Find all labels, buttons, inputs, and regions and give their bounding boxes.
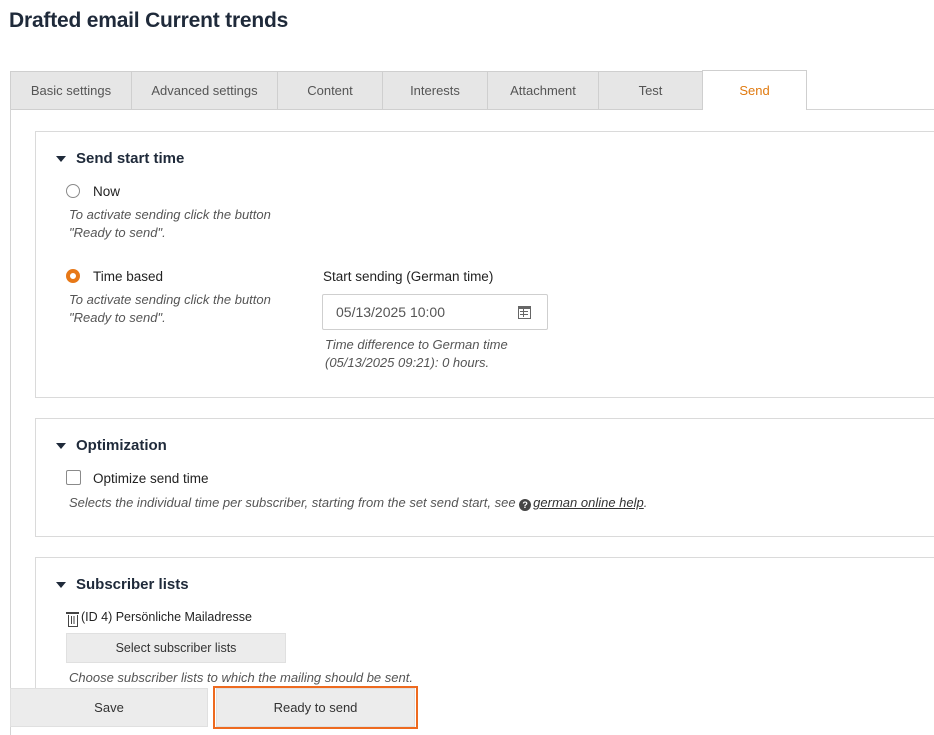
ready-to-send-highlight [213,686,418,729]
time-diff-line1: Time difference to German time [325,337,508,352]
optimization-hint-text: Selects the individual time per subscrib… [69,495,520,510]
start-sending-label: Start sending (German time) [323,269,494,284]
caret-down-icon [56,155,66,162]
help-icon: ? [519,499,532,511]
german-online-help-link[interactable]: german online help [533,495,644,510]
optimization-title: Optimization [76,437,167,454]
radio-now-label[interactable]: Now [93,184,120,199]
time-diff-line2: (05/13/2025 09:21): 0 hours. [325,355,490,370]
now-hint-line2: "Ready to send". [69,225,166,240]
calendar-icon[interactable] [518,306,531,319]
trash-icon[interactable] [66,612,79,627]
tab-bar: Basic settings Advanced settings Content… [10,70,807,110]
tab-advanced-settings[interactable]: Advanced settings [131,71,277,110]
subscriber-list-item: (ID 4) Persönliche Mailadresse [81,610,252,624]
start-sending-input[interactable]: 05/13/2025 10:00 [322,294,548,330]
subscriber-lists-hint: Choose subscriber lists to which the mai… [69,670,413,685]
optimization-hint-end: . [643,495,648,510]
radio-time-based-label[interactable]: Time based [93,269,163,284]
tab-interests[interactable]: Interests [382,71,487,110]
send-start-title: Send start time [76,150,185,167]
subscriber-lists-title: Subscriber lists [76,576,189,593]
radio-time-based[interactable] [66,269,80,283]
send-start-card: Send start time Now To activate sending … [35,131,934,398]
optimization-hint: Selects the individual time per subscrib… [69,494,647,512]
save-button[interactable]: Save [10,688,208,727]
now-hint-line1: To activate sending click the button [69,207,271,222]
caret-down-icon [56,581,66,588]
page-title: Drafted email Current trends [9,9,289,32]
send-start-header[interactable]: Send start time [56,150,184,167]
optimize-send-time-checkbox[interactable] [66,470,81,485]
time-based-hint-line2: "Ready to send". [69,310,166,325]
tab-attachment[interactable]: Attachment [487,71,598,110]
caret-down-icon [56,442,66,449]
optimize-send-time-label[interactable]: Optimize send time [93,471,209,486]
tab-test[interactable]: Test [598,71,702,110]
tab-basic-settings[interactable]: Basic settings [10,71,131,110]
radio-now[interactable] [66,184,80,198]
select-subscriber-lists-button[interactable]: Select subscriber lists [66,633,286,663]
tab-send[interactable]: Send [702,70,807,110]
optimization-card: Optimization Optimize send time Selects … [35,418,934,537]
tab-content[interactable]: Content [277,71,382,110]
optimization-header[interactable]: Optimization [56,437,167,454]
subscriber-lists-card: Subscriber lists (ID 4) Persönliche Mail… [35,557,934,697]
subscriber-lists-header[interactable]: Subscriber lists [56,576,189,593]
time-based-hint-line1: To activate sending click the button [69,292,271,307]
start-sending-value: 05/13/2025 10:00 [336,304,445,320]
